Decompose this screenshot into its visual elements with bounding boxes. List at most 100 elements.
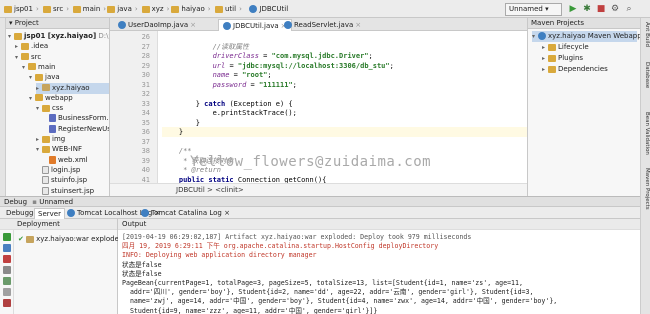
tree-item-path: D:\workspace_idea\jsp xyxy=(98,32,109,40)
maven-tree-item[interactable]: ▸ Lifecycle xyxy=(542,42,589,53)
deployment-item[interactable]: ✔ xyz.haiyao:war exploded xyxy=(18,234,123,245)
breakpoints-icon[interactable] xyxy=(3,299,11,307)
run-config-select[interactable]: Unnamed ▾ xyxy=(505,3,562,16)
tree-item-label: login.jsp xyxy=(51,165,81,174)
breadcrumb-item[interactable]: util › xyxy=(215,4,242,15)
css-file-icon xyxy=(49,124,56,133)
artifact-icon xyxy=(26,235,35,243)
close-icon[interactable]: × xyxy=(222,209,230,217)
tree-item-label: stuinfo.jsp xyxy=(51,176,88,185)
breadcrumb-label: jsp01 xyxy=(14,5,33,13)
right-tool-ant-build[interactable]: Ant Build xyxy=(642,22,650,47)
rerun-icon[interactable] xyxy=(3,233,11,241)
line-number: 28 xyxy=(141,52,150,60)
settings-icon[interactable]: ⚙ xyxy=(609,3,621,15)
maven-tree-item[interactable]: ▸ Dependencies xyxy=(542,64,608,75)
tree-item-label: src xyxy=(31,52,42,61)
folder-icon xyxy=(215,5,223,13)
folder-icon xyxy=(548,43,556,51)
code-token: "111111" xyxy=(258,80,293,89)
java-class-icon xyxy=(118,21,126,29)
right-tool-maven-projects[interactable]: Maven Projects xyxy=(642,168,650,210)
project-panel: ▾ Project ▾jsp01 [xyz.haiyao] D:\workspa… xyxy=(6,18,110,196)
line-number: 32 xyxy=(141,90,150,98)
code-line: } xyxy=(162,127,183,137)
code-token: //读取属性 xyxy=(212,42,250,51)
right-tool-bean-validation[interactable]: Bean Validation xyxy=(642,112,650,155)
run-icon[interactable]: ▶ xyxy=(567,3,579,15)
line-number: 40 xyxy=(141,166,150,174)
tree-item[interactable]: stuinsert.jsp xyxy=(36,186,94,197)
debug-config-icon: ▪ xyxy=(32,198,38,206)
debug-tab-tomcat-catalina-log[interactable]: Tomcat Catalina Log × xyxy=(138,208,233,219)
jsp-file-icon xyxy=(42,165,49,174)
debug-side-toolbar xyxy=(0,230,14,314)
breadcrumb-item[interactable]: xyz › xyxy=(141,4,169,15)
maven-tree-item[interactable]: ▾ xyz.haiyao Maven Webapp xyxy=(532,31,642,42)
breadcrumb-label: xyz xyxy=(151,5,164,13)
stop-icon[interactable]: ■ xyxy=(595,3,607,15)
close-icon[interactable]: × xyxy=(190,21,196,29)
breadcrumb-item[interactable]: main › xyxy=(72,4,106,15)
tree-item-label: xyz.haiyao xyxy=(52,83,90,92)
editor-breadcrumb[interactable]: JDBCUtil > <clinit> xyxy=(110,183,527,196)
debug-tab-server[interactable]: Server xyxy=(34,208,65,219)
debug-header: Debug ▪ Unnamed xyxy=(0,196,640,207)
close-icon[interactable]: × xyxy=(355,21,361,29)
deployment-pane: Deployment ✔ xyz.haiyao:war exploded xyxy=(0,219,123,314)
breadcrumb-item[interactable]: jsp01 › xyxy=(4,4,39,15)
resume-icon[interactable] xyxy=(3,277,11,285)
breadcrumb-item[interactable]: src › xyxy=(43,4,69,15)
breadcrumb-item[interactable]: haiyao › xyxy=(171,4,211,15)
search-icon[interactable]: ⌕ xyxy=(623,3,635,15)
breadcrumb-item[interactable]: JDBCUtil xyxy=(249,4,288,15)
pause-icon[interactable] xyxy=(3,288,11,296)
tab-userdaoimp-java[interactable]: UserDaoImp.java × xyxy=(114,19,200,31)
maven-item-label: Plugins xyxy=(558,54,584,62)
breadcrumb-label: main xyxy=(82,5,101,13)
code-token: "com.mysql.jdbc.Driver" xyxy=(271,52,369,60)
right-tool-database[interactable]: Database xyxy=(642,62,650,88)
code-line: password = "111111"; xyxy=(162,80,297,90)
code-line: driverClass = "com.mysql.jdbc.Driver"; xyxy=(162,51,373,61)
tree-item-label: java xyxy=(45,73,60,82)
code-token: Connection getConn(){ xyxy=(233,175,327,184)
debug-tab-label: Server xyxy=(38,210,61,218)
maven-panel-title: Maven Projects xyxy=(531,19,585,27)
folder-icon xyxy=(72,5,81,13)
stop-server-icon[interactable] xyxy=(3,255,11,263)
debug-tabs: Debugger Server Tomcat Localhost Log × Tomc… xyxy=(0,207,640,219)
code-token: name xyxy=(212,71,230,79)
code-token: = xyxy=(225,61,238,70)
tab-readservlet-java[interactable]: ReadServlet.java × xyxy=(280,19,365,31)
tree-item-label: .idea xyxy=(31,42,49,51)
line-number: 34 xyxy=(141,109,150,117)
tree-item-label: RegisterNewUser.css xyxy=(58,124,109,133)
folder-icon xyxy=(35,94,43,102)
deploy-icon[interactable] xyxy=(3,266,11,274)
line-number: 37 xyxy=(141,137,150,146)
code-line: name = "root"; xyxy=(162,70,272,80)
update-icon[interactable] xyxy=(3,244,11,252)
maven-tree-item[interactable]: ▸ Plugins xyxy=(542,53,583,64)
project-panel-header[interactable]: ▾ Project xyxy=(6,18,109,29)
code-token: ; xyxy=(389,61,394,70)
maven-item-label: Dependencies xyxy=(558,65,608,73)
tree-item-label: WEB-INF xyxy=(52,145,82,154)
jsp-file-icon xyxy=(42,186,49,195)
output-pane: Output [2019-04-19 06:29:02,187] Artifac… xyxy=(118,219,640,314)
code-token: password xyxy=(212,80,247,89)
breadcrumb-item[interactable]: java › xyxy=(107,4,138,15)
folder-icon xyxy=(548,54,556,62)
debug-config-name[interactable]: Unnamed xyxy=(39,198,73,206)
deployment-item-label: xyz.haiyao:war exploded xyxy=(36,235,124,243)
line-number: 33 xyxy=(141,99,150,108)
debug-icon[interactable]: ✱ xyxy=(581,3,593,15)
tree-item-label: main xyxy=(38,62,56,71)
folder-icon xyxy=(548,65,556,73)
